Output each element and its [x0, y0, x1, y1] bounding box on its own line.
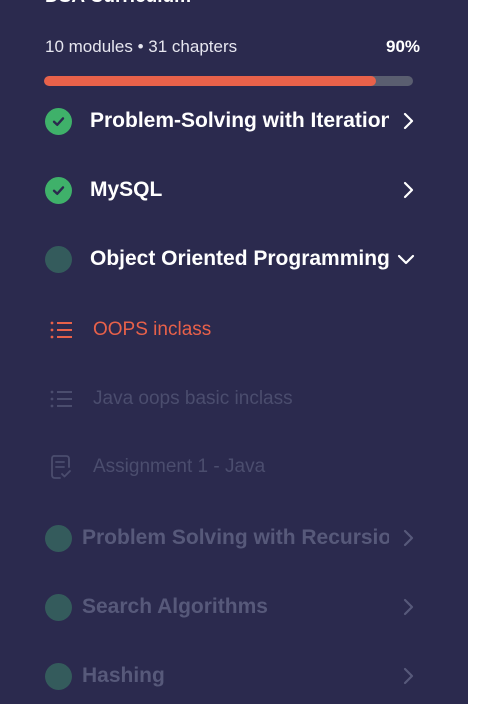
progress-bar-fill: [44, 76, 377, 86]
chapter-item[interactable]: Java oops basic inclass: [48, 384, 293, 414]
curriculum-panel: DSA Curriculum 10 modules • 31 chapters …: [0, 0, 468, 704]
module-title: MySQL: [90, 178, 163, 201]
module-hashing[interactable]: Hashing: [45, 659, 425, 693]
chapter-label: Assignment 1 - Java: [93, 456, 266, 477]
module-search-algorithms[interactable]: Search Algorithms: [45, 590, 425, 624]
chevron-right-icon[interactable]: [401, 104, 415, 138]
chevron-right-icon[interactable]: [401, 659, 415, 693]
completed-check-icon: [45, 176, 72, 204]
chevron-down-icon[interactable]: [397, 242, 415, 276]
module-title: Search Algorithms: [82, 595, 268, 618]
chevron-right-icon[interactable]: [401, 173, 415, 207]
module-title: Problem Solving with Recursion: [82, 526, 389, 549]
progress-bar: [44, 76, 413, 86]
chevron-right-icon[interactable]: [401, 521, 415, 555]
assignment-icon: [48, 454, 74, 480]
status-circle-icon: [45, 662, 72, 690]
module-title: Hashing: [82, 664, 165, 687]
chapter-label: Java oops basic inclass: [93, 388, 293, 409]
status-circle-icon: [45, 245, 72, 273]
completed-check-icon: [45, 107, 72, 135]
list-icon: [48, 386, 74, 412]
module-title: Problem-Solving with Iterations: [90, 109, 389, 132]
module-mysql[interactable]: MySQL: [45, 173, 425, 207]
module-object-oriented-programming[interactable]: Object Oriented Programming: [45, 242, 425, 276]
status-circle-icon: [45, 524, 72, 552]
status-circle-icon: [45, 593, 72, 621]
progress-percent: 90%: [386, 37, 421, 56]
module-title: Object Oriented Programming: [90, 247, 389, 270]
module-problem-solving-recursion[interactable]: Problem Solving with Recursion: [45, 521, 425, 555]
module-problem-solving-iterations[interactable]: Problem-Solving with Iterations: [45, 104, 425, 138]
curriculum-stats: 10 modules • 31 chapters: [45, 37, 238, 56]
list-icon: [48, 317, 74, 343]
chevron-right-icon[interactable]: [401, 590, 415, 624]
chapter-item-active[interactable]: OOPS inclass: [48, 315, 211, 345]
chapter-label: OOPS inclass: [93, 319, 212, 340]
curriculum-title: DSA Curriculum: [45, 0, 191, 8]
chapter-item[interactable]: Assignment 1 - Java: [48, 452, 265, 482]
